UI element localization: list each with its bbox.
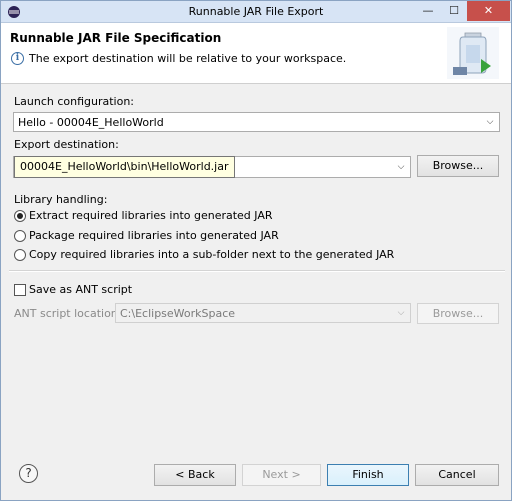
radio-package-libraries[interactable]: [14, 230, 26, 242]
radio-package-label[interactable]: Package required libraries into generate…: [29, 229, 279, 242]
title-bar: Runnable JAR File Export — ☐ ✕: [1, 1, 511, 23]
chevron-down-icon: ⌵: [397, 308, 405, 318]
cancel-button[interactable]: Cancel: [415, 464, 499, 486]
radio-extract-label[interactable]: Extract required libraries into generate…: [29, 209, 273, 222]
header-message: The export destination will be relative …: [29, 52, 347, 65]
save-ant-checkbox[interactable]: [14, 284, 26, 296]
ant-location-label: ANT script location:: [14, 307, 122, 320]
radio-copy-libraries[interactable]: [14, 249, 26, 261]
help-icon[interactable]: ?: [19, 464, 38, 483]
section-divider: [9, 270, 505, 272]
finish-button[interactable]: Finish: [327, 464, 409, 486]
launch-config-select[interactable]: Hello - 00004E_HelloWorld ⌵: [13, 112, 500, 132]
radio-extract-libraries[interactable]: [14, 210, 26, 222]
wizard-header: Runnable JAR File Specification i The ex…: [1, 23, 511, 84]
ant-browse-button[interactable]: Browse...: [417, 303, 499, 324]
info-icon: i: [11, 52, 24, 65]
jar-export-icon: [447, 27, 499, 79]
dialog-window: Runnable JAR File Export — ☐ ✕ Runnable …: [0, 0, 512, 501]
minimize-button[interactable]: —: [415, 1, 441, 21]
back-button[interactable]: < Back: [154, 464, 236, 486]
ant-location-select[interactable]: C:\EclipseWorkSpace ⌵: [115, 303, 411, 323]
library-handling-label: Library handling:: [14, 193, 108, 206]
launch-config-label: Launch configuration:: [14, 95, 135, 108]
export-browse-button[interactable]: Browse...: [417, 155, 499, 177]
maximize-button[interactable]: ☐: [441, 1, 467, 21]
close-button[interactable]: ✕: [467, 1, 510, 21]
export-destination-input[interactable]: 00004E_HelloWorld\bin\HelloWorld.jar: [14, 156, 235, 178]
ant-location-value: C:\EclipseWorkSpace: [120, 307, 236, 320]
page-title: Runnable JAR File Specification: [10, 31, 222, 45]
next-button[interactable]: Next >: [242, 464, 321, 486]
launch-config-value: Hello - 00004E_HelloWorld: [18, 116, 164, 129]
chevron-down-icon: ⌵: [486, 117, 494, 127]
export-destination-label: Export destination:: [14, 138, 119, 151]
chevron-down-icon: ⌵: [397, 162, 405, 172]
radio-copy-label[interactable]: Copy required libraries into a sub-folde…: [29, 248, 394, 261]
save-ant-label[interactable]: Save as ANT script: [29, 283, 132, 296]
